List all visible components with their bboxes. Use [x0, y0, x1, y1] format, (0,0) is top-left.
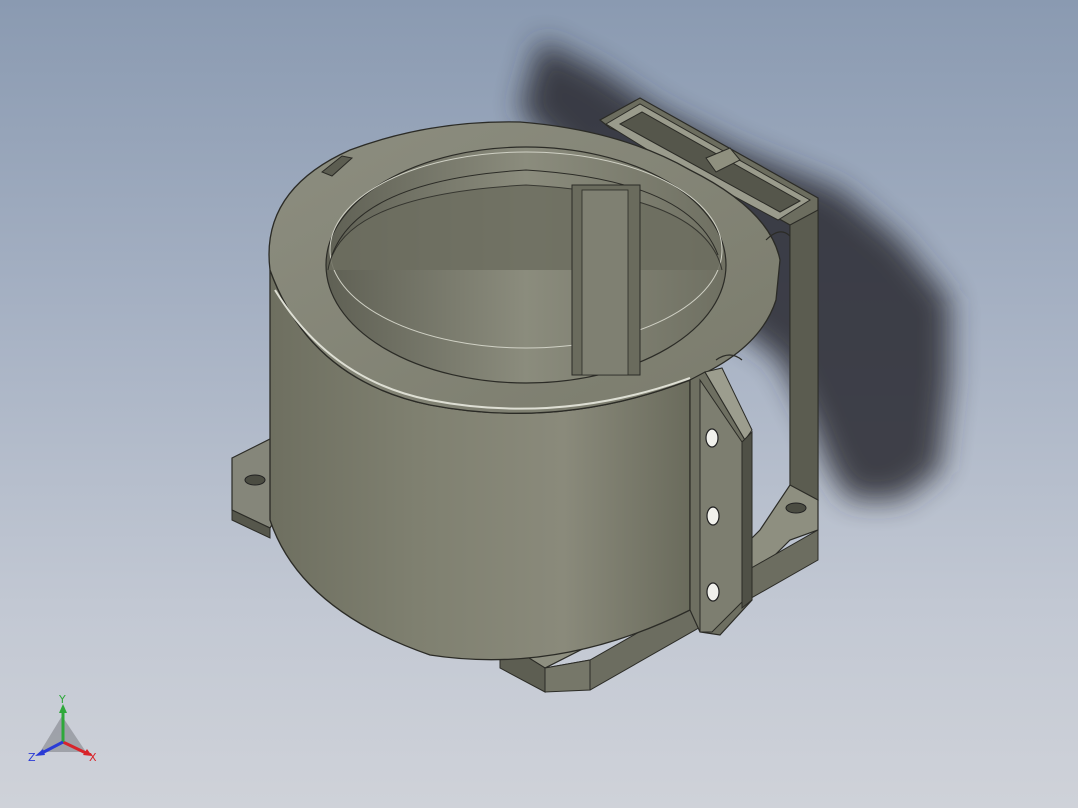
triad-y-label: Y	[58, 694, 66, 706]
orientation-triad[interactable]: X Y Z	[26, 694, 106, 770]
clamp-bolt-hole	[706, 582, 720, 602]
cad-model-view[interactable]	[0, 0, 1078, 808]
triad-x-label: X	[89, 751, 97, 764]
clamp-strip[interactable]	[689, 367, 753, 636]
clamp-bolt-hole	[705, 428, 719, 448]
flange-hole	[785, 502, 807, 514]
flange-hole	[244, 474, 266, 486]
triad-z-label: Z	[28, 751, 36, 764]
clamp-bolt-hole	[706, 506, 720, 526]
graphics-viewport[interactable]: X Y Z	[0, 0, 1078, 808]
